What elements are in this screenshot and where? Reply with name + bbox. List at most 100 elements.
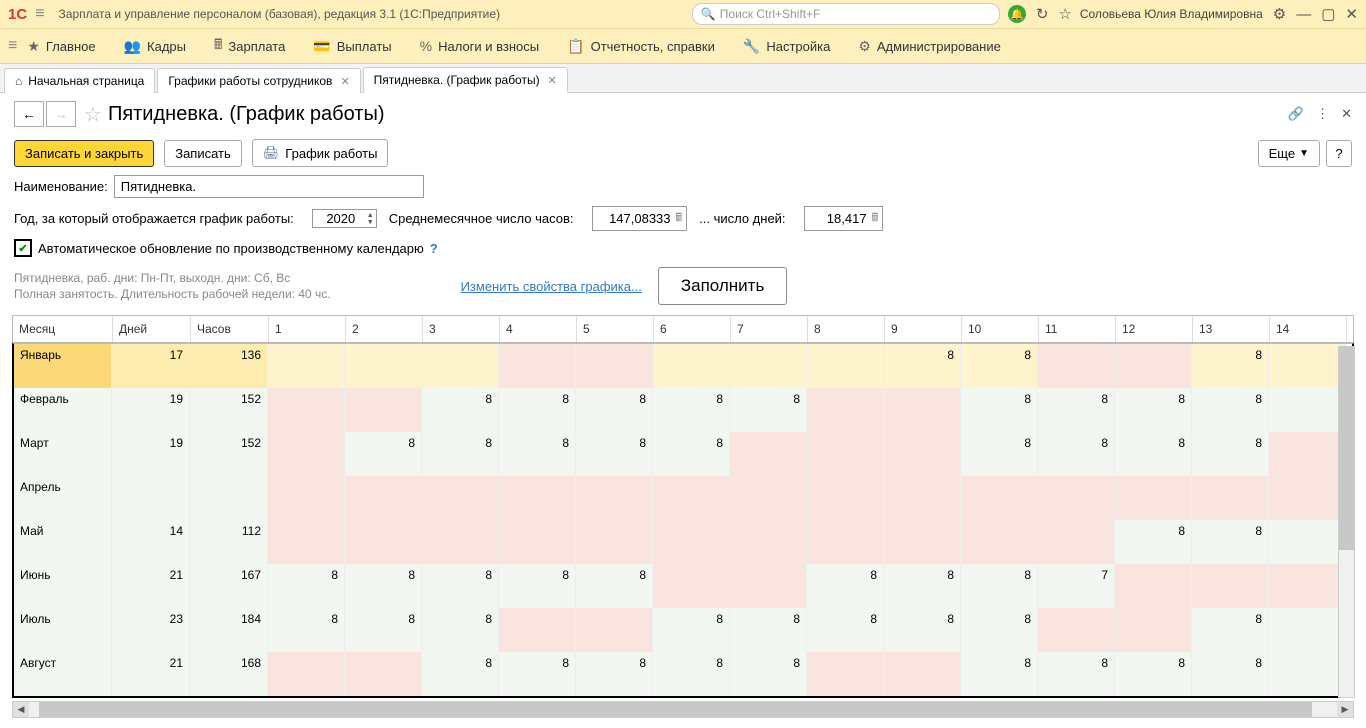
day-cell[interactable]: 8 <box>1115 652 1192 696</box>
day-cell[interactable]: 8 <box>961 564 1038 608</box>
day-cell[interactable]: 8 <box>653 608 730 652</box>
edit-properties-link[interactable]: Изменить свойства графика... <box>461 279 642 294</box>
day-cell[interactable] <box>1192 564 1269 608</box>
day-cell[interactable]: 8 <box>1192 652 1269 696</box>
more-button[interactable]: Еще▼ <box>1258 140 1320 167</box>
back-button[interactable]: ← <box>14 101 44 127</box>
day-cell[interactable] <box>653 520 730 564</box>
day-cell[interactable] <box>576 608 653 652</box>
day-cell[interactable] <box>268 476 345 520</box>
day-cell[interactable] <box>1269 520 1346 564</box>
day-cell[interactable]: 8 <box>961 344 1038 388</box>
search-input[interactable]: 🔍 Поиск Ctrl+Shift+F <box>692 3 1000 25</box>
day-cell[interactable] <box>807 652 884 696</box>
day-cell[interactable] <box>1038 608 1115 652</box>
day-cell[interactable] <box>884 520 961 564</box>
day-cell[interactable] <box>345 388 422 432</box>
minimize-icon[interactable]: — <box>1296 6 1311 23</box>
tab-start[interactable]: ⌂Начальная страница <box>4 68 155 93</box>
day-cell[interactable]: 8 <box>268 564 345 608</box>
day-cell[interactable] <box>1269 344 1346 388</box>
day-cell[interactable] <box>1038 344 1115 388</box>
day-cell[interactable]: 8 <box>653 652 730 696</box>
day-cell[interactable]: 8 <box>576 432 653 476</box>
favorite-icon[interactable]: ☆ <box>84 102 102 127</box>
calculator-icon[interactable]: 🖩 <box>676 209 683 228</box>
day-cell[interactable] <box>268 388 345 432</box>
forward-button[interactable]: → <box>46 101 76 127</box>
day-cell[interactable] <box>730 476 807 520</box>
day-cell[interactable] <box>807 388 884 432</box>
day-cell[interactable]: 8 <box>345 564 422 608</box>
day-cell[interactable]: 8 <box>653 432 730 476</box>
day-cell[interactable]: 8 <box>1115 520 1192 564</box>
day-cell[interactable] <box>730 344 807 388</box>
day-cell[interactable] <box>268 344 345 388</box>
horizontal-scrollbar[interactable]: ◀ ▶ <box>12 701 1354 718</box>
vertical-scrollbar[interactable] <box>1338 346 1355 698</box>
close-tab-icon[interactable]: ✕ <box>340 75 349 88</box>
sections-icon[interactable]: ≡ <box>8 37 17 55</box>
name-input[interactable] <box>114 175 424 198</box>
help-button[interactable]: ? <box>1326 140 1352 167</box>
table-row[interactable]: Апрель <box>14 476 1352 520</box>
day-cell[interactable] <box>653 344 730 388</box>
year-spinner[interactable]: ▲▼ <box>312 209 377 228</box>
day-cell[interactable] <box>345 652 422 696</box>
day-cell[interactable] <box>884 652 961 696</box>
bell-icon[interactable]: 🔔 <box>1008 5 1026 23</box>
day-cell[interactable]: 8 <box>807 608 884 652</box>
user-name[interactable]: Соловьева Юлия Владимировна <box>1080 7 1263 21</box>
settings-icon[interactable]: ⚙ <box>1273 5 1286 23</box>
day-cell[interactable] <box>807 344 884 388</box>
tab-schedules[interactable]: Графики работы сотрудников✕ <box>157 68 360 93</box>
day-cell[interactable] <box>1038 476 1115 520</box>
day-cell[interactable] <box>1038 520 1115 564</box>
table-row[interactable]: Май 14 11288 <box>14 520 1352 564</box>
day-cell[interactable] <box>730 432 807 476</box>
scroll-left-icon[interactable]: ◀ <box>13 702 29 717</box>
day-cell[interactable] <box>884 432 961 476</box>
day-cell[interactable] <box>268 652 345 696</box>
day-cell[interactable] <box>961 520 1038 564</box>
day-cell[interactable]: 8 <box>422 432 499 476</box>
day-cell[interactable]: 8 <box>961 652 1038 696</box>
day-cell[interactable] <box>268 432 345 476</box>
day-cell[interactable]: 8 <box>499 388 576 432</box>
menu-kadry[interactable]: 👥Кадры <box>124 38 186 55</box>
day-cell[interactable]: 8 <box>268 608 345 652</box>
table-row[interactable]: Февраль 19 152888888888 <box>14 388 1352 432</box>
day-cell[interactable] <box>422 520 499 564</box>
close-icon[interactable]: ✕ <box>1345 5 1358 23</box>
day-cell[interactable]: 8 <box>499 564 576 608</box>
save-button[interactable]: Записать <box>164 140 242 167</box>
day-cell[interactable] <box>1269 388 1346 432</box>
day-cell[interactable] <box>499 520 576 564</box>
day-cell[interactable]: 8 <box>884 564 961 608</box>
table-row[interactable]: Июнь 21 167888888887 <box>14 564 1352 608</box>
day-cell[interactable]: 8 <box>1038 652 1115 696</box>
menu-icon[interactable]: ≡ <box>35 5 44 23</box>
day-cell[interactable] <box>653 564 730 608</box>
day-cell[interactable] <box>807 520 884 564</box>
menu-vyplaty[interactable]: 💳Выплаты <box>313 38 391 55</box>
day-cell[interactable]: 8 <box>576 388 653 432</box>
save-close-button[interactable]: Записать и закрыть <box>14 140 154 167</box>
day-cell[interactable]: 8 <box>499 652 576 696</box>
table-row[interactable]: Август 21 168888888888 <box>14 652 1352 696</box>
day-cell[interactable]: 8 <box>730 388 807 432</box>
day-cell[interactable] <box>499 476 576 520</box>
day-cell[interactable]: 8 <box>1038 432 1115 476</box>
day-cell[interactable] <box>1269 608 1346 652</box>
menu-admin[interactable]: ⚙Администрирование <box>858 38 1001 55</box>
scroll-right-icon[interactable]: ▶ <box>1337 702 1353 717</box>
table-row[interactable]: Март 19 152888888888 <box>14 432 1352 476</box>
day-cell[interactable]: 8 <box>422 652 499 696</box>
day-cell[interactable]: 8 <box>1115 432 1192 476</box>
year-input[interactable] <box>319 210 363 227</box>
day-cell[interactable]: 8 <box>961 432 1038 476</box>
day-cell[interactable]: 8 <box>1192 432 1269 476</box>
calculator-icon[interactable]: 🖩 <box>872 209 879 228</box>
day-cell[interactable] <box>576 344 653 388</box>
avg-hours-field[interactable]: 🖩 <box>592 206 688 231</box>
